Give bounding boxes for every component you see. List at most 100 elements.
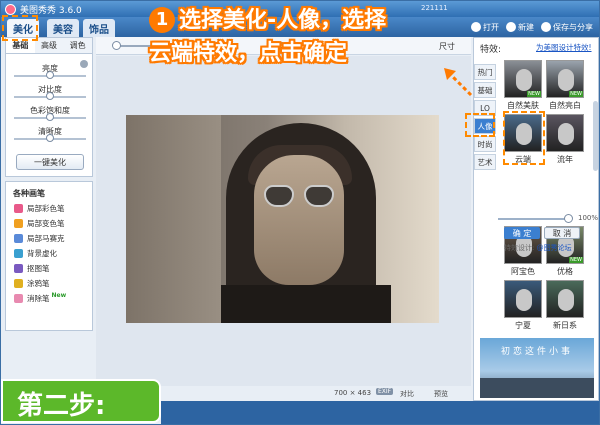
exif-button[interactable]: EXIF	[376, 388, 394, 395]
photo-sunglasses-left	[264, 185, 294, 207]
image-dimensions: 700 × 463	[334, 389, 372, 397]
arrow-icon	[444, 68, 473, 97]
save-icon	[541, 22, 551, 32]
tab-advanced[interactable]: 高级	[35, 38, 64, 53]
ad-banner[interactable]: 初恋这件小事	[480, 338, 594, 398]
effects-title: 特效:	[480, 45, 502, 55]
effects-tab-hot[interactable]: 热门	[474, 64, 496, 80]
cancel-button[interactable]: 取 消	[544, 227, 580, 239]
effect-strength-slider[interactable]: 100%	[498, 214, 599, 224]
strength-value: 100%	[578, 214, 599, 222]
photo-shadow	[221, 285, 391, 323]
effects-scrollbar[interactable]	[593, 101, 598, 171]
banner-text: 初恋这件小事	[500, 347, 573, 357]
brush-label: 背景虚化	[27, 249, 57, 258]
brush-icon	[14, 204, 23, 213]
sharpness-slider[interactable]: 清晰度	[6, 125, 92, 146]
callout-line-2: 云端特效，点击确定	[149, 41, 348, 66]
brush-panel: 各种画笔 局部彩色笔 局部变色笔 局部马赛克 背景虚化 抠图笔 涂鸦笔 消除笔 New	[5, 181, 93, 331]
brush-item[interactable]: 涂鸦笔	[6, 276, 92, 291]
highlight-cloud-effect	[503, 111, 545, 165]
designer-label: 特效设计:	[504, 244, 535, 252]
save-label: 保存与分享	[553, 22, 593, 32]
thumb-figure	[558, 69, 574, 91]
slider-knob[interactable]	[46, 113, 54, 121]
brush-icon	[14, 264, 23, 273]
slider-knob[interactable]	[46, 71, 54, 79]
effect-label: 新日系	[553, 321, 577, 330]
thumb-figure	[516, 289, 532, 311]
open-button[interactable]: 打开	[471, 19, 499, 35]
saturation-slider[interactable]: 色彩饱和度	[6, 104, 92, 125]
slider-knob[interactable]	[46, 92, 54, 100]
step-label: 第二步:	[17, 391, 106, 421]
confirm-button[interactable]: 确 定	[504, 227, 540, 239]
strength-knob[interactable]	[564, 214, 573, 223]
new-badge: NEW	[569, 257, 583, 263]
confirm-label: 确 定	[512, 228, 532, 238]
brush-item[interactable]: 消除笔 New	[6, 291, 92, 306]
thumb-figure	[516, 69, 532, 91]
tab-accessories[interactable]: 饰品	[83, 19, 115, 37]
effect-thumb[interactable]: NEW	[504, 60, 542, 98]
preview-button[interactable]: 预览	[434, 389, 448, 399]
design-effect-link[interactable]: 为美图设计特效!	[536, 42, 592, 53]
effects-tab-art[interactable]: 艺术	[474, 154, 496, 170]
thumb-figure	[558, 289, 574, 311]
brush-item[interactable]: 抠图笔	[6, 261, 92, 276]
effect-label: 自然亮白	[549, 101, 581, 110]
compare-button[interactable]: 对比	[400, 389, 414, 399]
brush-label: 涂鸦笔	[27, 279, 50, 288]
thumb-figure	[558, 123, 574, 145]
new-badge: NEW	[569, 91, 583, 97]
designer-name[interactable]: @图秀论坛	[537, 244, 572, 252]
slider-knob[interactable]	[46, 134, 54, 142]
effect-thumb[interactable]	[546, 280, 584, 318]
brush-label: 局部彩色笔	[27, 204, 65, 213]
contrast-slider[interactable]: 对比度	[6, 83, 92, 104]
effect-designer: 特效设计: @图秀论坛	[504, 243, 572, 253]
brush-icon	[14, 294, 23, 303]
highlight-beautify-tab	[2, 15, 38, 41]
brush-icon	[14, 234, 23, 243]
effect-thumb[interactable]	[504, 280, 542, 318]
cancel-label: 取 消	[552, 228, 572, 238]
new-button[interactable]: 新建	[506, 19, 534, 35]
effects-panel: 特效: 为美图设计特效! 热门 基础 LO 人像 时尚 艺术 NEW 自然美肤 NE…	[473, 37, 599, 401]
brush-item[interactable]: 背景虚化	[6, 246, 92, 261]
brush-item[interactable]: 局部马赛克	[6, 231, 92, 246]
app-title: 美图秀秀 3.6.0	[20, 5, 82, 16]
callout-line-1: 选择美化-人像，选择	[179, 8, 387, 33]
brush-label: 局部变色笔	[27, 219, 65, 228]
step-banner: 第二步:	[1, 379, 161, 423]
one-key-label: 一键美化	[34, 157, 66, 167]
effect-label: 流年	[557, 155, 573, 164]
photo-face	[254, 155, 344, 285]
tab-color[interactable]: 调色	[63, 38, 92, 53]
plus-icon	[506, 22, 516, 32]
brush-item[interactable]: 局部变色笔	[6, 216, 92, 231]
brightness-slider[interactable]: 亮度	[6, 62, 92, 83]
new-badge: NEW	[527, 91, 541, 97]
brush-icon	[14, 219, 23, 228]
photo-background	[126, 115, 221, 323]
brush-list: 局部彩色笔局部变色笔局部马赛克背景虚化抠图笔涂鸦笔消除笔 New	[6, 201, 92, 306]
effects-tab-basic[interactable]: 基础	[474, 82, 496, 98]
effect-thumb[interactable]	[546, 114, 584, 152]
folder-icon	[471, 22, 481, 32]
brush-icon	[14, 279, 23, 288]
photo-sunglasses-right	[304, 185, 334, 207]
brush-icon	[14, 249, 23, 258]
tab-beauty[interactable]: 美容	[47, 19, 79, 37]
step-number-badge: 1	[149, 7, 175, 33]
zoom-slider-knob[interactable]	[112, 41, 121, 50]
new-badge: New	[51, 292, 67, 299]
save-share-button[interactable]: 保存与分享	[541, 19, 593, 35]
strength-track[interactable]	[498, 218, 568, 220]
effects-tab-fashion[interactable]: 时尚	[474, 136, 496, 152]
new-label: 新建	[518, 22, 534, 32]
brush-item[interactable]: 局部彩色笔	[6, 201, 92, 216]
effect-thumb[interactable]: NEW	[546, 60, 584, 98]
one-key-beautify-button[interactable]: 一键美化	[16, 154, 84, 170]
effect-label: 优格	[557, 267, 573, 276]
